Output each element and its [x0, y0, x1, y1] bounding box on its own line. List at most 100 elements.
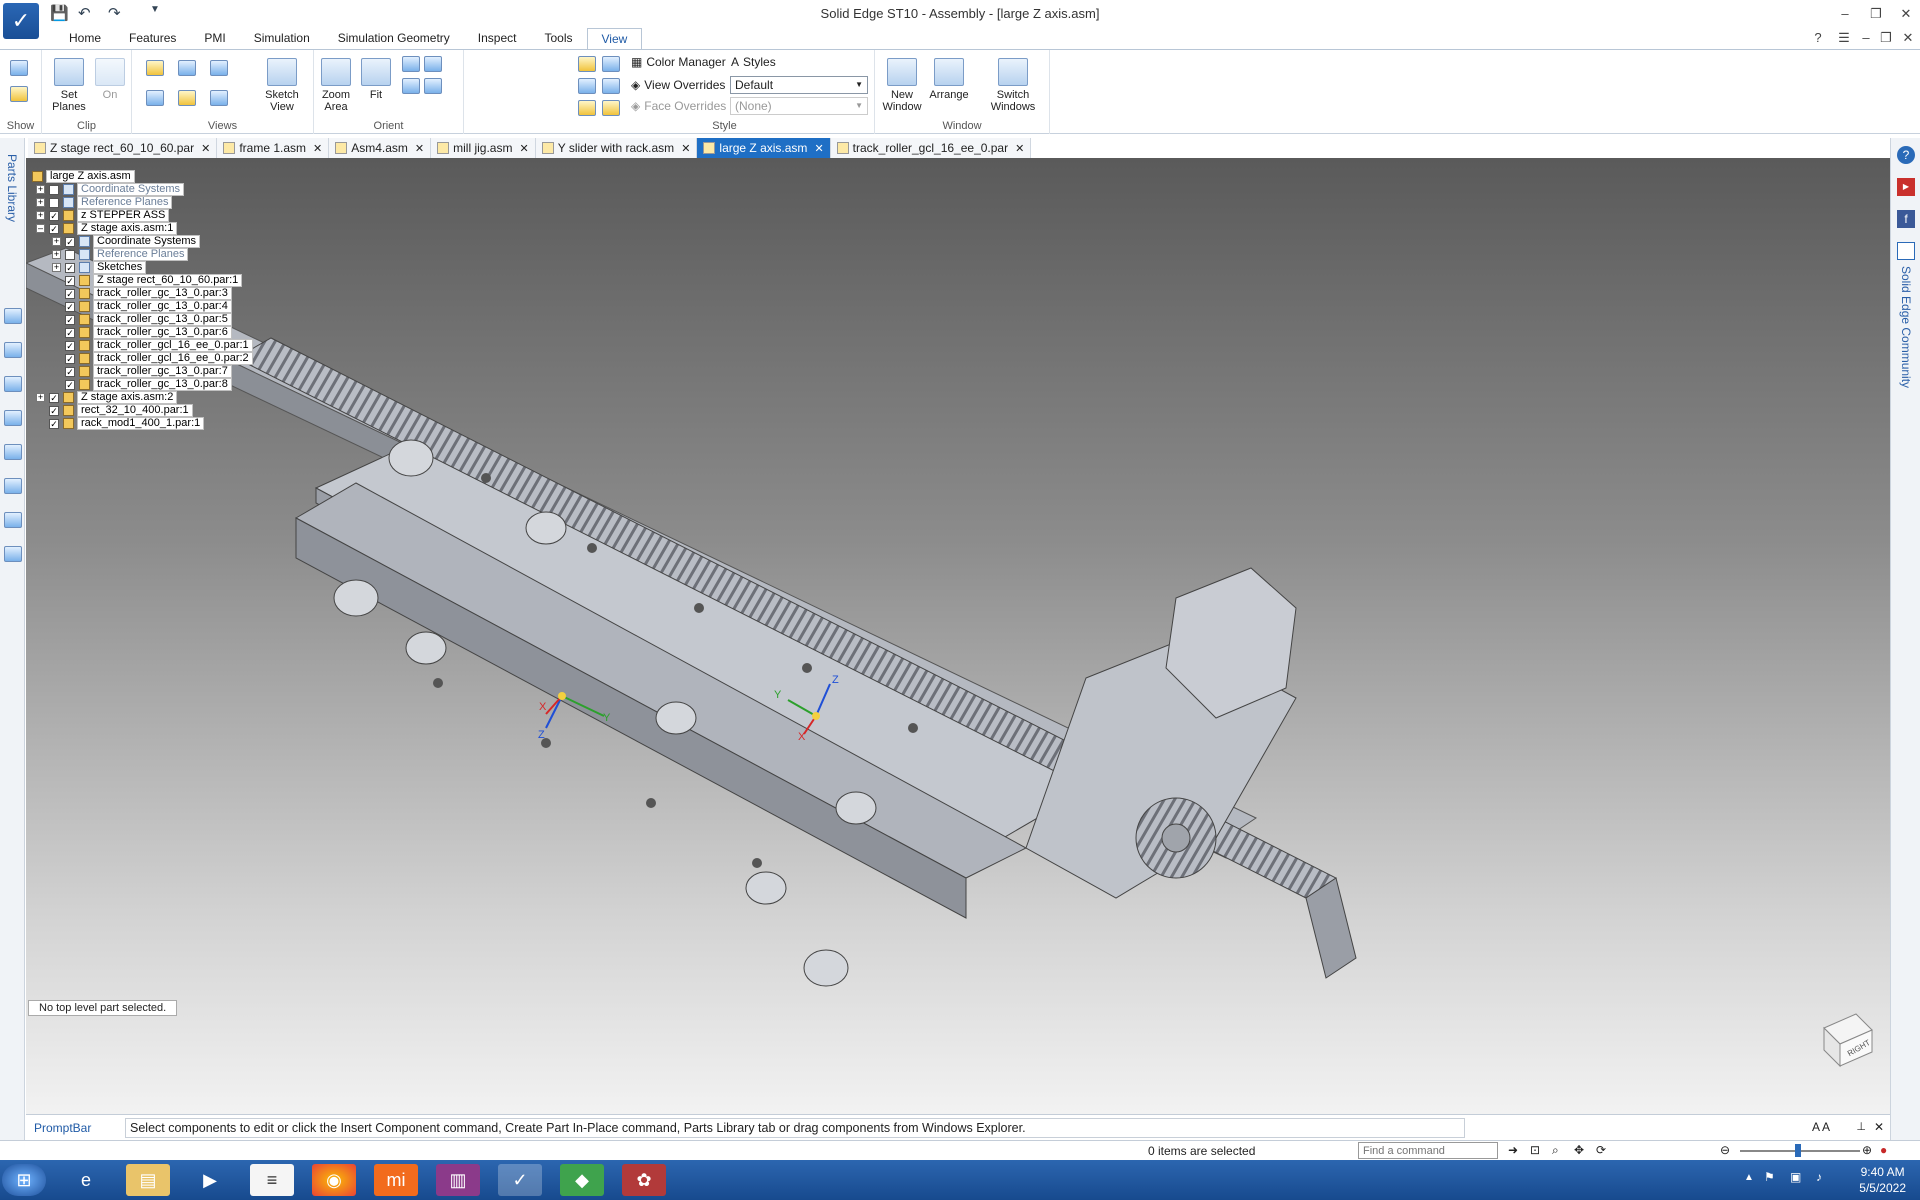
- groups-icon[interactable]: [4, 478, 22, 494]
- community-tab[interactable]: Solid Edge Community: [1899, 266, 1913, 388]
- help-icon[interactable]: ?: [1808, 30, 1828, 45]
- zoom-icon[interactable]: [402, 56, 420, 72]
- tree-node[interactable]: ✓ rack_mod1_400_1.par:1: [49, 417, 205, 430]
- tree-node[interactable]: ✓ track_roller_gc_13_0.par:4: [65, 300, 232, 313]
- facebook-icon[interactable]: f: [1897, 210, 1915, 228]
- expand-icon[interactable]: +: [36, 211, 45, 220]
- face-overrides-select[interactable]: (None) ▼: [730, 97, 868, 115]
- record-icon[interactable]: ●: [1880, 1143, 1887, 1157]
- doc-tab-active[interactable]: large Z axis.asm ✕: [697, 138, 831, 158]
- tab-view[interactable]: View: [586, 28, 643, 50]
- color-manager-button[interactable]: ▦ Color Manager: [631, 55, 726, 69]
- shaded-icon[interactable]: [578, 56, 596, 72]
- mi-app-icon[interactable]: mi: [374, 1164, 418, 1196]
- visibility-checkbox[interactable]: ✓: [49, 223, 59, 234]
- tree-node[interactable]: + Reference Planes: [36, 196, 173, 209]
- notepad-icon[interactable]: ≡: [250, 1164, 294, 1196]
- visibility-checkbox[interactable]: ✓: [49, 392, 59, 403]
- find-command-input[interactable]: [1358, 1142, 1498, 1159]
- tree-node[interactable]: ✓ rect_32_10_400.par:1: [49, 404, 193, 417]
- visibility-checkbox[interactable]: ✓: [65, 262, 75, 273]
- doc-tab[interactable]: track_roller_gcl_16_ee_0.par ✕: [830, 138, 1032, 158]
- youtube-icon[interactable]: ▶: [1897, 178, 1915, 196]
- arrange-button[interactable]: Arrange: [927, 58, 971, 101]
- background-icon[interactable]: [602, 56, 620, 72]
- winrar-icon[interactable]: ▥: [436, 1164, 480, 1196]
- show-icon[interactable]: [10, 60, 28, 76]
- volume-icon[interactable]: ♪: [1816, 1170, 1822, 1184]
- relationships-icon[interactable]: [4, 376, 22, 392]
- expand-icon[interactable]: +: [36, 185, 45, 194]
- close-icon[interactable]: ✕: [1015, 142, 1024, 155]
- set-planes-button[interactable]: Set Planes: [47, 58, 91, 113]
- tree-node[interactable]: ✓ track_roller_gc_13_0.par:5: [65, 313, 232, 326]
- visibility-checkbox[interactable]: ✓: [49, 418, 59, 429]
- switch-windows-button[interactable]: Switch Windows: [985, 58, 1041, 113]
- reports-icon[interactable]: [4, 512, 22, 528]
- tree-node[interactable]: + ✓ Z stage axis.asm:2: [36, 391, 178, 404]
- flag-icon[interactable]: ⚑: [1764, 1170, 1775, 1184]
- sketch-view-button[interactable]: Sketch View: [260, 58, 304, 113]
- solid-edge-taskbar-icon[interactable]: ✓: [498, 1164, 542, 1196]
- view-back-icon[interactable]: [210, 90, 228, 106]
- visibility-checkbox[interactable]: ✓: [65, 236, 75, 247]
- tree-node[interactable]: ✓ track_roller_gc_13_0.par:3: [65, 287, 232, 300]
- tree-node[interactable]: ✓ track_roller_gcl_16_ee_0.par:1: [65, 339, 253, 352]
- clock[interactable]: 9:40 AM 5/5/2022: [1859, 1164, 1906, 1196]
- zoom-in-icon[interactable]: ⊕: [1862, 1143, 1872, 1157]
- visibility-checkbox[interactable]: [49, 184, 59, 195]
- collapse-icon[interactable]: –: [36, 224, 45, 233]
- expand-icon[interactable]: +: [52, 250, 61, 259]
- doc-tab[interactable]: mill jig.asm ✕: [431, 138, 536, 158]
- fit-button[interactable]: Fit: [354, 58, 398, 101]
- expand-icon[interactable]: +: [36, 393, 45, 402]
- tree-node[interactable]: + Reference Planes: [52, 248, 189, 261]
- clip-on-button[interactable]: On: [88, 58, 132, 101]
- visibility-checkbox[interactable]: [49, 197, 59, 208]
- close-icon[interactable]: ✕: [201, 142, 210, 155]
- tab-simulation[interactable]: Simulation: [240, 28, 324, 50]
- rotate-icon[interactable]: ⟳: [1596, 1143, 1606, 1157]
- visibility-checkbox[interactable]: ✓: [49, 405, 59, 416]
- lighting-icon[interactable]: [602, 78, 620, 94]
- bluestacks-icon[interactable]: ◆: [560, 1164, 604, 1196]
- tree-node[interactable]: + ✓ z STEPPER ASS: [36, 209, 170, 222]
- visibility-checkbox[interactable]: ✓: [49, 210, 59, 221]
- expand-icon[interactable]: +: [52, 237, 61, 246]
- spin-icon[interactable]: [424, 78, 442, 94]
- rotate-icon[interactable]: [402, 78, 420, 94]
- floor-icon[interactable]: [578, 100, 596, 116]
- tab-features[interactable]: Features: [115, 28, 190, 50]
- visibility-checkbox[interactable]: ✓: [65, 314, 75, 325]
- close-icon[interactable]: ✕: [519, 142, 528, 155]
- zoom-slider-handle[interactable]: [1795, 1144, 1801, 1157]
- visibility-checkbox[interactable]: ✓: [65, 340, 75, 351]
- visibility-checkbox[interactable]: ✓: [65, 353, 75, 364]
- pan-icon[interactable]: [424, 56, 442, 72]
- view-dimetric-icon[interactable]: [178, 90, 196, 106]
- pin-icon[interactable]: ⊥: [1856, 1120, 1866, 1133]
- app-icon[interactable]: ✿: [622, 1164, 666, 1196]
- tree-node[interactable]: ✓ track_roller_gcl_16_ee_0.par:2: [65, 352, 253, 365]
- shading-edges-icon[interactable]: [578, 78, 596, 94]
- help-circle-icon[interactable]: ?: [1897, 146, 1915, 164]
- zoom-icon[interactable]: ⌕: [1552, 1143, 1559, 1158]
- sensors-icon[interactable]: [4, 444, 22, 460]
- styles-button[interactable]: A Styles: [731, 55, 776, 69]
- view-overrides-select[interactable]: Default ▼: [730, 76, 868, 94]
- tree-node[interactable]: ✓ track_roller_gc_13_0.par:8: [65, 378, 232, 391]
- tree-root[interactable]: large Z axis.asm: [32, 170, 135, 183]
- tree-node[interactable]: + ✓ Coordinate Systems: [52, 235, 201, 248]
- close-icon[interactable]: ✕: [313, 142, 322, 155]
- visibility-checkbox[interactable]: [65, 249, 75, 260]
- doc-tab[interactable]: Y slider with rack.asm ✕: [535, 138, 698, 158]
- close-icon[interactable]: ✕: [415, 142, 424, 155]
- tab-inspect[interactable]: Inspect: [464, 28, 531, 50]
- zoom-area-button[interactable]: Zoom Area: [314, 58, 358, 113]
- media-player-icon[interactable]: ▶: [188, 1164, 232, 1196]
- tab-home[interactable]: Home: [55, 28, 115, 50]
- tray-expand-icon[interactable]: ▲: [1744, 1172, 1754, 1183]
- view-iso-icon[interactable]: [146, 60, 164, 76]
- zoom-out-icon[interactable]: ⊖: [1720, 1143, 1730, 1157]
- pan-icon[interactable]: ✥: [1574, 1143, 1584, 1157]
